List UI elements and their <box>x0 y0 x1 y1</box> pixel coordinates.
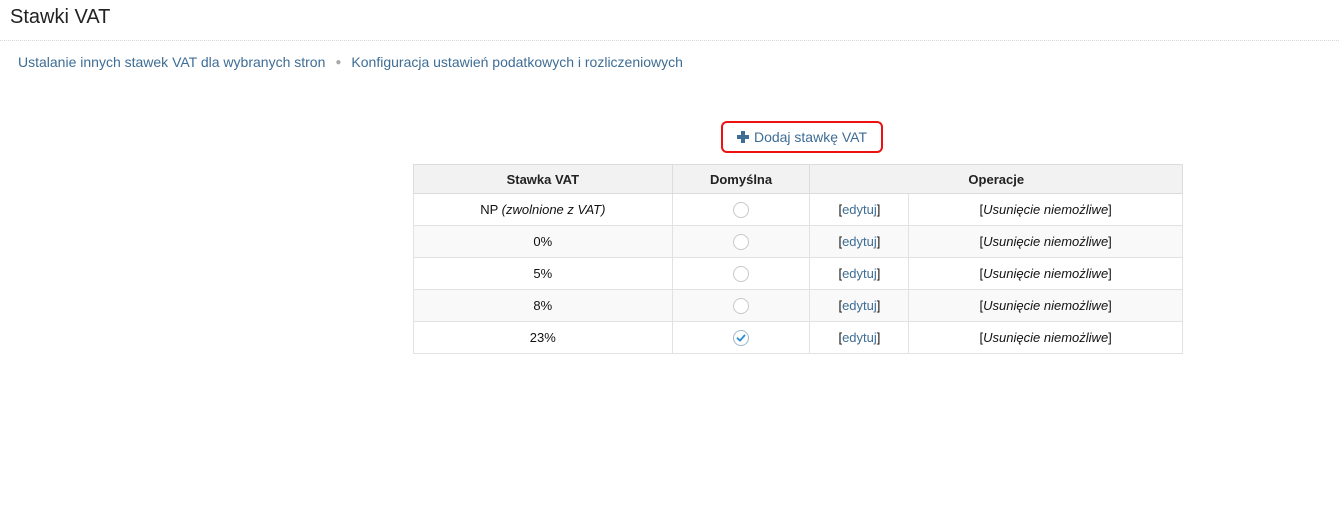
bullet-separator: ● <box>335 56 342 68</box>
plus-icon <box>736 131 749 143</box>
related-links: Ustalanie innych stawek VAT dla wybranyc… <box>18 54 683 70</box>
edit-cell: [edytuj] <box>809 193 910 226</box>
rate-cell: 0% <box>413 225 673 258</box>
edit-link[interactable]: edytuj <box>842 330 877 345</box>
default-cell <box>671 289 811 322</box>
link-tax-settings[interactable]: Konfiguracja ustawień podatkowych i rozl… <box>351 54 683 70</box>
edit-link[interactable]: edytuj <box>842 266 877 281</box>
table-row: 5% [edytuj] [Usunięcie niemożliwe] <box>413 257 1183 290</box>
add-vat-rate-button[interactable]: Dodaj stawkę VAT <box>736 129 868 145</box>
default-cell <box>671 321 811 354</box>
header-operations: Operacje <box>809 164 1183 194</box>
header-default: Domyślna <box>671 164 811 194</box>
edit-link[interactable]: edytuj <box>842 202 877 217</box>
rate-value: 23% <box>529 330 556 345</box>
edit-cell: [edytuj] <box>809 321 910 354</box>
title-divider <box>0 40 1339 41</box>
default-radio[interactable] <box>733 201 750 218</box>
default-radio[interactable] <box>733 265 750 282</box>
default-cell <box>671 257 811 290</box>
default-cell <box>671 225 811 258</box>
table-row: 23% [edytuj] [Usunięcie niemożliwe] <box>413 321 1183 354</box>
edit-link[interactable]: edytuj <box>842 298 877 313</box>
vat-rates-table: Stawka VAT Domyślna Operacje NP (zwolnio… <box>413 164 1183 354</box>
delete-cell: [Usunięcie niemożliwe] <box>908 225 1183 258</box>
delete-unavailable: Usunięcie niemożliwe <box>983 330 1109 345</box>
table-header-row: Stawka VAT Domyślna Operacje <box>413 164 1183 194</box>
add-vat-highlight: Dodaj stawkę VAT <box>721 121 883 153</box>
delete-unavailable: Usunięcie niemożliwe <box>983 234 1109 249</box>
link-other-vat-rates[interactable]: Ustalanie innych stawek VAT dla wybranyc… <box>18 54 325 70</box>
table-row: NP (zwolnione z VAT) [edytuj] [Usunięcie n… <box>413 193 1183 226</box>
rate-cell: NP (zwolnione z VAT) <box>413 193 673 226</box>
rate-value: NP <box>480 202 499 217</box>
edit-cell: [edytuj] <box>809 225 910 258</box>
delete-cell: [Usunięcie niemożliwe] <box>908 289 1183 322</box>
add-vat-rate-label: Dodaj stawkę VAT <box>753 129 868 145</box>
edit-cell: [edytuj] <box>809 289 910 322</box>
checkmark-icon <box>736 334 746 342</box>
rate-value: 0% <box>533 234 553 249</box>
delete-cell: [Usunięcie niemożliwe] <box>908 321 1183 354</box>
table-row: 0% [edytuj] [Usunięcie niemożliwe] <box>413 225 1183 258</box>
delete-unavailable: Usunięcie niemożliwe <box>983 202 1109 217</box>
edit-cell: [edytuj] <box>809 257 910 290</box>
edit-link[interactable]: edytuj <box>842 234 877 249</box>
default-radio[interactable] <box>733 297 750 314</box>
rate-cell: 5% <box>413 257 673 290</box>
delete-unavailable: Usunięcie niemożliwe <box>983 298 1109 313</box>
rate-value: 5% <box>533 266 553 281</box>
delete-unavailable: Usunięcie niemożliwe <box>983 266 1109 281</box>
table-row: 8% [edytuj] [Usunięcie niemożliwe] <box>413 289 1183 322</box>
default-cell <box>671 193 811 226</box>
delete-cell: [Usunięcie niemożliwe] <box>908 193 1183 226</box>
delete-cell: [Usunięcie niemożliwe] <box>908 257 1183 290</box>
default-radio[interactable] <box>733 329 750 346</box>
rate-note: (zwolnione z VAT) <box>501 202 606 217</box>
rate-cell: 23% <box>413 321 673 354</box>
header-rate: Stawka VAT <box>413 164 673 194</box>
rate-value: 8% <box>533 298 553 313</box>
page-title: Stawki VAT <box>10 6 111 28</box>
rate-cell: 8% <box>413 289 673 322</box>
default-radio[interactable] <box>733 233 750 250</box>
